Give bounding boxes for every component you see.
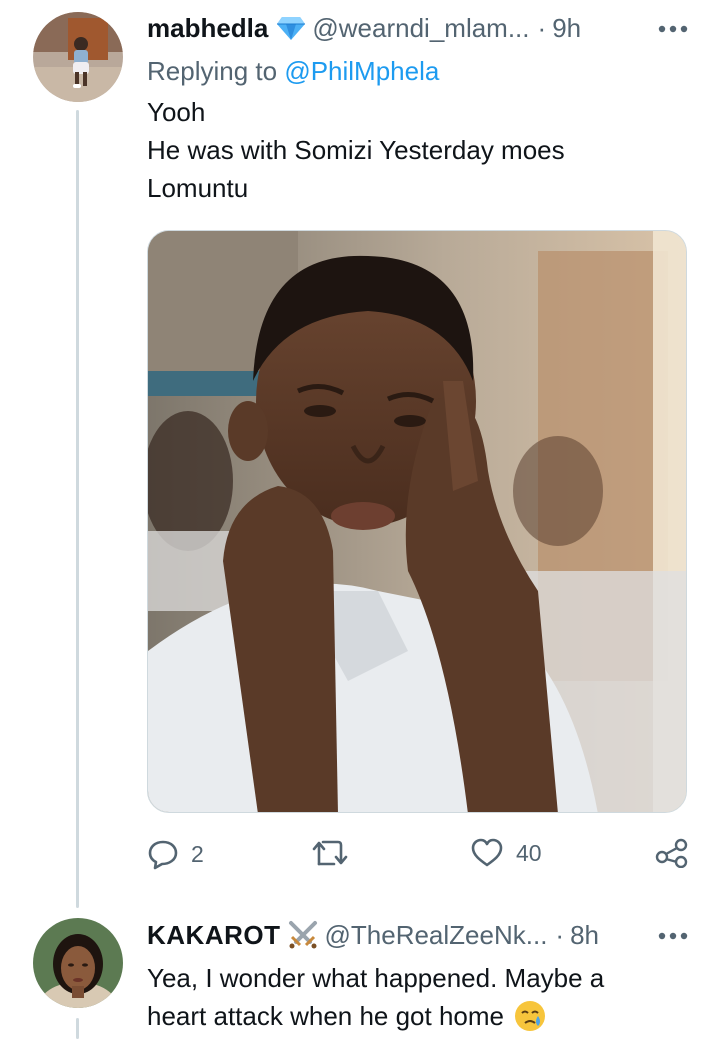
share-action[interactable]	[655, 838, 689, 868]
tweet-text-line: Yooh	[147, 97, 206, 127]
tweet-header: mabhedla @wearndi_mlam... · 9h	[147, 8, 581, 48]
handle[interactable]: @TheRealZeeNk...	[325, 920, 548, 951]
like-action[interactable]: 40	[470, 838, 542, 868]
tweet-text: Yooh He was with Somizi Yesterday moes L…	[147, 93, 565, 207]
tweet-text-line: Yea, I wonder what happened. Maybe a	[147, 963, 605, 993]
tweet-text-line: He was with Somizi Yesterday moes	[147, 135, 565, 165]
thread-line	[76, 110, 79, 908]
more-options-icon[interactable]	[658, 921, 688, 947]
more-options-icon[interactable]	[658, 14, 688, 40]
timestamp[interactable]: 9h	[552, 13, 581, 44]
tweet-image[interactable]	[147, 230, 687, 813]
avatar[interactable]	[33, 12, 123, 102]
replying-prefix: Replying to	[147, 56, 278, 86]
separator-dot: ·	[555, 919, 565, 950]
replying-to: Replying to @PhilMphela	[147, 52, 439, 90]
diamond-icon	[276, 15, 306, 41]
reply-action[interactable]: 2	[147, 838, 204, 870]
tweet-text-line-content: heart attack when he got home	[147, 1001, 505, 1031]
retweet-icon	[312, 838, 348, 868]
avatar[interactable]	[33, 918, 123, 1008]
tweet-actions: 2 40	[147, 838, 693, 878]
tweet-text-line: heart attack when he got home	[147, 997, 604, 1035]
retweet-action[interactable]	[312, 838, 360, 868]
tweet-text-line: Lomuntu	[147, 173, 249, 203]
thread-line-continued	[76, 1018, 79, 1039]
reply-icon	[147, 838, 179, 870]
reply-count: 2	[191, 840, 204, 867]
crossed-swords-icon	[287, 920, 319, 950]
crying-face-emoji-icon	[514, 1000, 546, 1032]
tweet-header: KAKAROT @TheRealZeeNk... · 8h	[147, 915, 599, 955]
tweet-text: Yea, I wonder what happened. Maybe a hea…	[147, 959, 604, 1035]
heart-icon	[470, 838, 504, 868]
like-count: 40	[516, 839, 542, 866]
display-name[interactable]: mabhedla	[147, 13, 268, 44]
separator-dot: ·	[537, 12, 547, 43]
display-name[interactable]: KAKAROT	[147, 920, 281, 951]
handle[interactable]: @wearndi_mlam...	[312, 13, 529, 44]
replying-mention-link[interactable]: @PhilMphela	[284, 56, 439, 86]
share-icon	[655, 838, 689, 868]
timestamp[interactable]: 8h	[570, 920, 599, 951]
